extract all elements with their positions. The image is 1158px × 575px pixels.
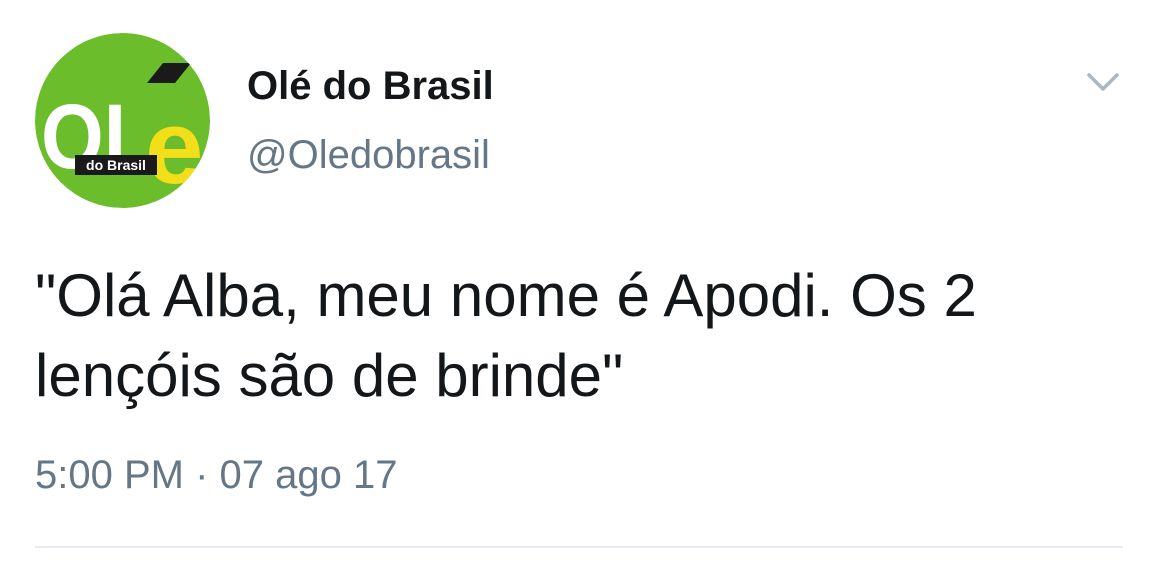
tweet-timestamp[interactable]: 5:00 PM · 07 ago 17 (35, 455, 397, 495)
logo-subtext: do Brasil (86, 157, 146, 173)
chevron-down-icon[interactable] (1083, 62, 1123, 102)
ole-logo-icon: e OL do Brasil (35, 33, 210, 208)
divider (35, 546, 1123, 548)
author-name[interactable]: Olé do Brasil (247, 66, 494, 106)
svg-text:e: e (145, 89, 203, 206)
tweet-card: e OL do Brasil Olé do Brasil @Oledobrasi… (0, 0, 1158, 575)
avatar[interactable]: e OL do Brasil (35, 33, 210, 208)
tweet-text: "Olá Alba, meu nome é Apodi. Os 2 lençói… (35, 262, 977, 409)
author-handle[interactable]: @Oledobrasil (247, 135, 490, 175)
